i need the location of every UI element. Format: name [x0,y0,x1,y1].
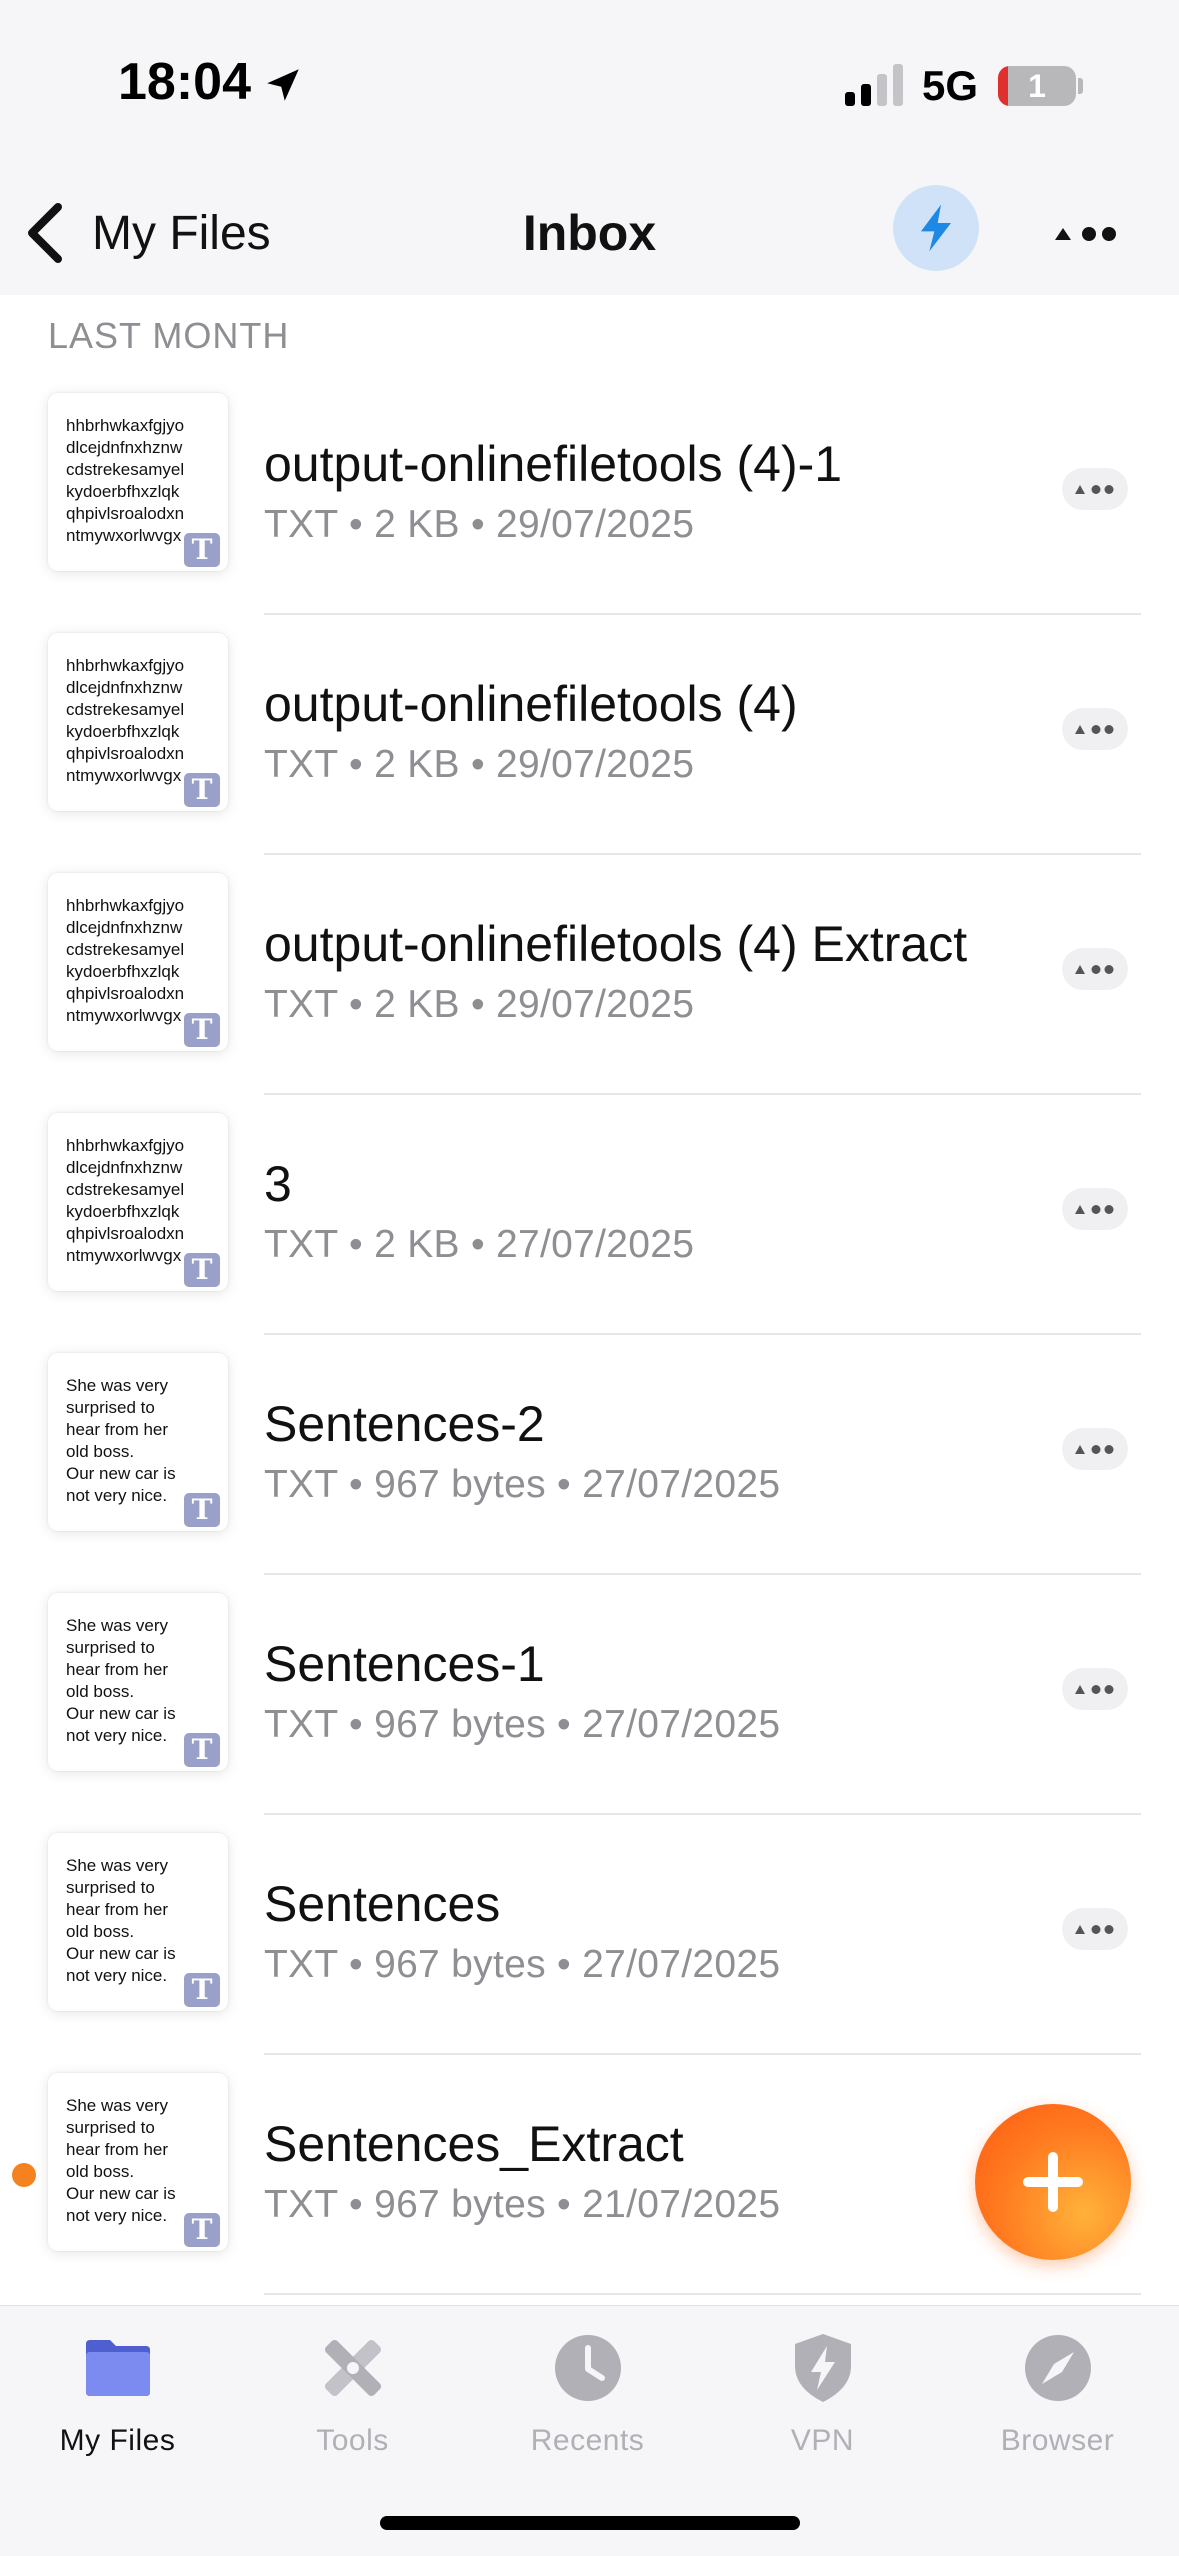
location-arrow-icon [267,69,299,101]
text-file-type-icon: T [184,1493,220,1527]
tab-vpn[interactable]: VPN [705,2326,940,2486]
text-file-type-icon: T [184,2213,220,2247]
battery-icon: 1 [998,66,1076,106]
file-thumbnail[interactable]: hhbrhwkaxfgjyo dlcejdnfnxhznw cdstrekesa… [48,873,228,1051]
file-name: Sentences-1 [264,1636,545,1692]
file-thumbnail[interactable]: She was very surprised to hear from her … [48,1353,228,1531]
file-name: output-onlinefiletools (4) [264,676,798,732]
ellipsis-icon [1075,1925,1114,1934]
ellipsis-icon [1075,965,1114,974]
file-row[interactable]: hhbrhwkaxfgjyo dlcejdnfnxhznw cdstrekesa… [0,1095,1179,1335]
file-name: output-onlinefiletools (4) Extract [264,916,968,972]
back-button[interactable]: My Files [22,198,271,268]
file-name: output-onlinefiletools (4)-1 [264,436,843,492]
file-name: 3 [264,1156,292,1212]
file-meta: TXT • 967 bytes • 21/07/2025 [264,2183,781,2226]
tab-browser[interactable]: Browser [940,2326,1175,2486]
ellipsis-icon [1075,1685,1114,1694]
tab-label: My Files [59,2424,176,2457]
shield-bolt-icon [795,2334,851,2402]
file-more-button[interactable] [1062,1668,1128,1710]
tab-recents[interactable]: Recents [470,2326,705,2486]
file-thumbnail[interactable]: She was very surprised to hear from her … [48,1833,228,2011]
file-thumbnail[interactable]: She was very surprised to hear from her … [48,2073,228,2251]
add-button[interactable] [975,2104,1131,2260]
ellipsis-icon [1075,485,1114,494]
lightning-bolt-icon [921,204,951,252]
file-list: LAST MONTH hhbrhwkaxfgjyo dlcejdnfnxhznw… [0,295,1179,2305]
back-label: My Files [92,206,271,260]
text-file-type-icon: T [184,1973,220,2007]
ellipsis-icon [1055,227,1116,241]
tab-label: Browser [1000,2424,1115,2457]
file-name: Sentences [264,1876,501,1932]
file-meta: TXT • 967 bytes • 27/07/2025 [264,1703,781,1746]
file-more-button[interactable] [1062,1428,1128,1470]
text-file-type-icon: T [184,773,220,807]
file-thumbnail[interactable]: hhbrhwkaxfgjyo dlcejdnfnxhznw cdstrekesa… [48,633,228,811]
more-options-button[interactable] [1050,208,1120,258]
ellipsis-icon [1075,1445,1114,1454]
file-more-button[interactable] [1062,948,1128,990]
section-header: LAST MONTH [48,315,290,356]
ellipsis-icon [1075,725,1114,734]
file-row[interactable]: hhbrhwkaxfgjyo dlcejdnfnxhznw cdstrekesa… [0,615,1179,855]
battery-tip [1078,78,1083,94]
compass-icon [1025,2335,1091,2401]
file-row[interactable]: hhbrhwkaxfgjyo dlcejdnfnxhznw cdstrekesa… [0,375,1179,615]
file-more-button[interactable] [1062,468,1128,510]
tab-label: VPN [790,2424,855,2457]
file-thumbnail[interactable]: She was very surprised to hear from her … [48,1593,228,1771]
text-file-type-icon: T [184,1013,220,1047]
file-meta: TXT • 2 KB • 29/07/2025 [264,503,695,546]
clock-icon [555,2335,621,2401]
file-row[interactable]: She was very surprised to hear from her … [0,1335,1179,1575]
file-thumbnail[interactable]: hhbrhwkaxfgjyo dlcejdnfnxhznw cdstrekesa… [48,1113,228,1291]
unread-dot [12,2163,36,2187]
file-name: Sentences-2 [264,1396,545,1452]
file-meta: TXT • 967 bytes • 27/07/2025 [264,1943,781,1986]
home-indicator [380,2516,800,2530]
file-more-button[interactable] [1062,1188,1128,1230]
folder-icon [86,2340,150,2396]
ellipsis-icon [1075,1205,1114,1214]
network-type: 5G [922,62,979,109]
tab-my-files[interactable]: My Files [0,2326,235,2486]
tab-label: Tools [316,2424,389,2457]
quick-action-button[interactable] [893,185,979,271]
file-meta: TXT • 967 bytes • 27/07/2025 [264,1463,781,1506]
file-name: Sentences_Extract [264,2116,684,2172]
text-file-type-icon: T [184,1253,220,1287]
text-file-type-icon: T [184,533,220,567]
status-time: 18:04 [118,53,251,111]
cellular-signal-icon [845,64,903,106]
row-divider [264,2293,1141,2295]
file-row[interactable]: She was very surprised to hear from her … [0,1815,1179,2055]
text-file-type-icon: T [184,1733,220,1767]
file-meta: TXT • 2 KB • 29/07/2025 [264,983,695,1026]
navigation-bar: Inbox My Files [0,170,1179,295]
file-more-button[interactable] [1062,1908,1128,1950]
file-row[interactable]: She was very surprised to hear from her … [0,1575,1179,1815]
file-more-button[interactable] [1062,708,1128,750]
tools-icon [324,2339,382,2397]
status-bar: 18:04 5G 1 [0,0,1179,170]
file-meta: TXT • 2 KB • 29/07/2025 [264,743,695,786]
file-thumbnail[interactable]: hhbrhwkaxfgjyo dlcejdnfnxhznw cdstrekesa… [48,393,228,571]
file-meta: TXT • 2 KB • 27/07/2025 [264,1223,695,1266]
plus-icon [1023,2152,1083,2212]
battery-level: 1 [1028,68,1046,104]
chevron-left-icon [28,203,62,263]
file-row[interactable]: hhbrhwkaxfgjyo dlcejdnfnxhznw cdstrekesa… [0,855,1179,1095]
tab-tools[interactable]: Tools [235,2326,470,2486]
tab-label: Recents [530,2424,645,2457]
